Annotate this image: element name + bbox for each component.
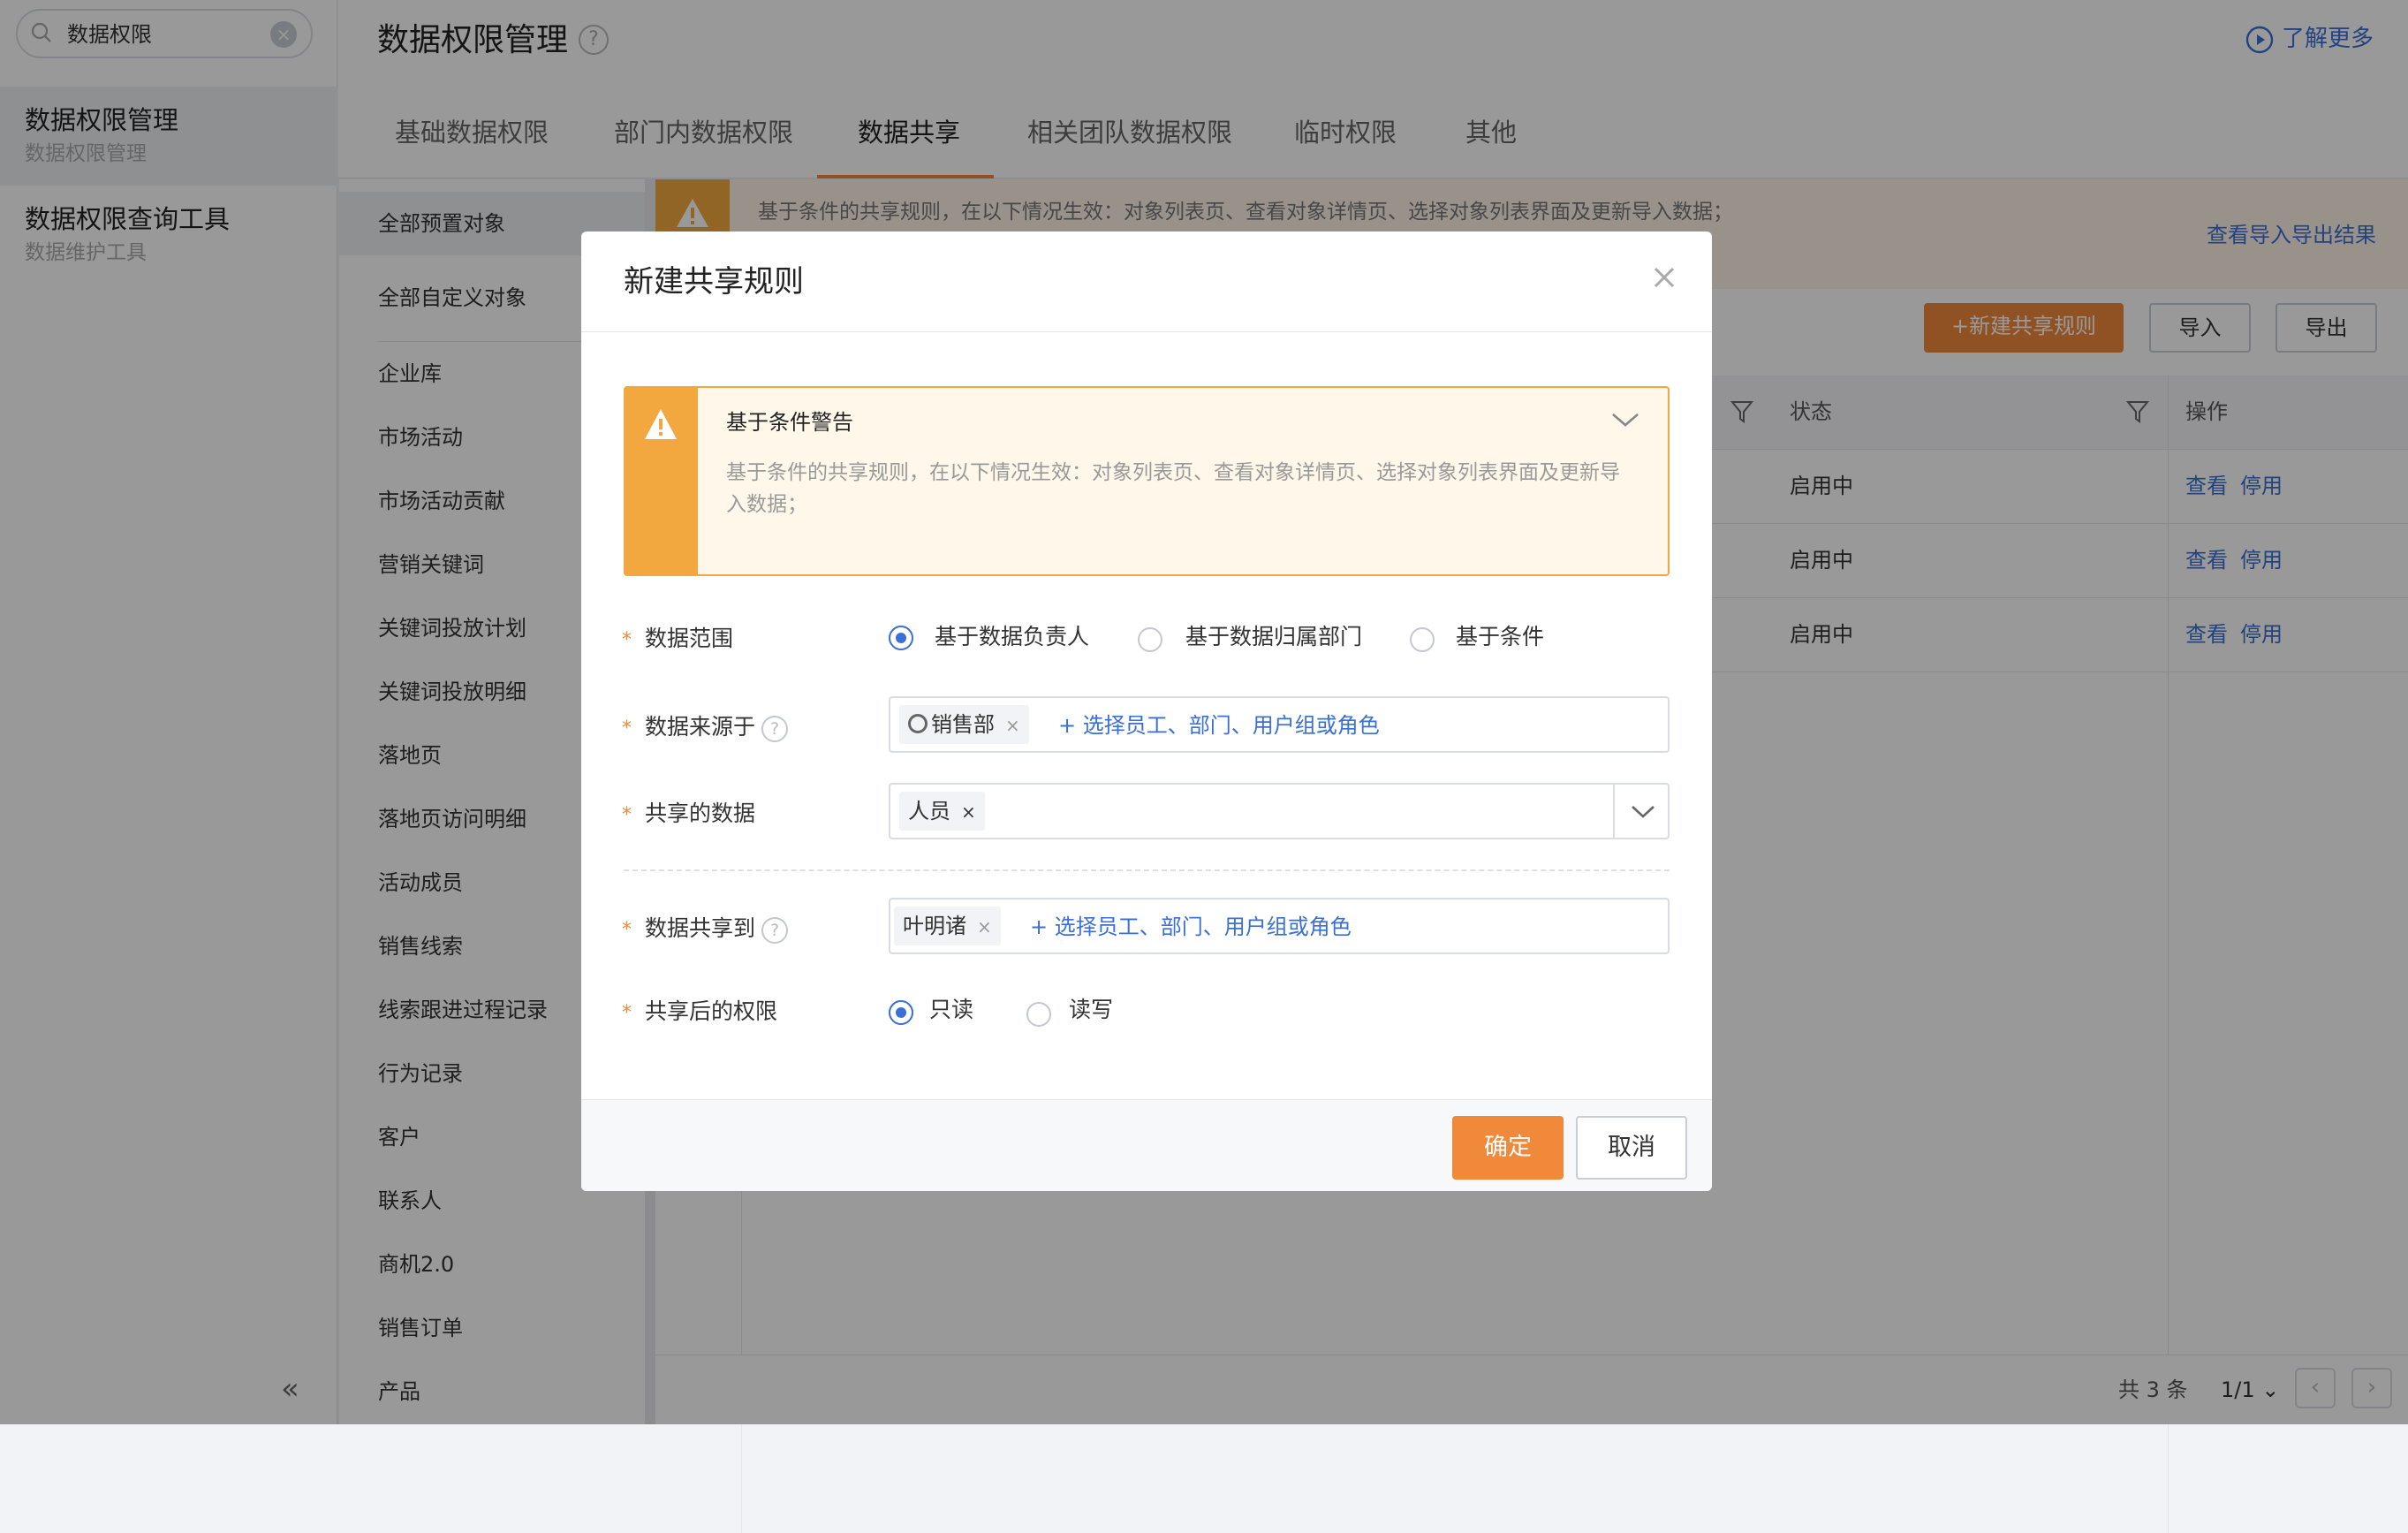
required-mark: *	[622, 629, 632, 651]
required-mark: *	[622, 1002, 632, 1024]
field-label-permission: 共享后的权限	[645, 998, 778, 1024]
field-label-share-to: 数据共享到	[645, 915, 756, 941]
select-divider	[1613, 785, 1615, 838]
help-icon[interactable]: ?	[761, 917, 788, 944]
alert-stripe	[625, 388, 698, 574]
radio-permission-readwrite[interactable]	[1026, 1002, 1051, 1027]
condition-warning-alert: 基于条件警告 基于条件的共享规则，在以下情况生效：对象列表页、查看对象详情页、选…	[624, 386, 1670, 576]
share-to-selector[interactable]: 叶明诸 × + 选择员工、部门、用户组或角色	[889, 898, 1670, 954]
cancel-button[interactable]: 取消	[1576, 1116, 1687, 1180]
shared-data-tag-label: 人员	[908, 799, 950, 823]
chevron-down-icon[interactable]	[1629, 802, 1657, 822]
shared-data-select[interactable]: 人员 ×	[889, 783, 1670, 839]
radio-label-scope-owner[interactable]: 基于数据负责人	[935, 622, 1089, 652]
modal-header: 新建共享规则	[581, 231, 1712, 332]
tag-remove-icon[interactable]: ×	[1005, 715, 1020, 736]
source-add-link[interactable]: + 选择员工、部门、用户组或角色	[1058, 710, 1380, 740]
modal-footer: 确定 取消	[581, 1099, 1712, 1191]
radio-label-permission-readonly[interactable]: 只读	[929, 995, 973, 1025]
warning-icon	[645, 409, 677, 439]
source-tag: 销售部 ×	[899, 705, 1029, 744]
help-icon[interactable]: ?	[761, 716, 788, 742]
required-mark: *	[622, 919, 632, 941]
share-to-tag: 叶明诸 ×	[894, 907, 1001, 945]
radio-scope-condition[interactable]	[1410, 627, 1435, 652]
share-to-tag-label: 叶明诸	[903, 914, 966, 938]
alert-body: 基于条件的共享规则，在以下情况生效：对象列表页、查看对象详情页、选择对象列表界面…	[726, 461, 1620, 516]
source-selector[interactable]: 销售部 × + 选择员工、部门、用户组或角色	[889, 696, 1670, 753]
tag-remove-icon[interactable]: ×	[961, 801, 976, 823]
close-icon[interactable]	[1647, 260, 1682, 295]
confirm-button[interactable]: 确定	[1452, 1116, 1564, 1180]
radio-label-scope-condition[interactable]: 基于条件	[1456, 622, 1544, 652]
radio-label-permission-readwrite[interactable]: 读写	[1069, 995, 1113, 1025]
chevron-down-icon[interactable]	[1609, 409, 1641, 430]
tag-remove-icon[interactable]: ×	[977, 916, 992, 937]
source-tag-label: 销售部	[931, 712, 995, 737]
modal-title: 新建共享规则	[624, 264, 804, 300]
field-label-shared-data: 共享的数据	[645, 801, 756, 826]
field-label-scope: 数据范围	[645, 626, 734, 651]
shared-data-tag: 人员 ×	[899, 792, 985, 831]
field-label-source: 数据来源于	[645, 714, 756, 740]
alert-title: 基于条件警告	[726, 410, 853, 435]
radio-label-scope-department[interactable]: 基于数据归属部门	[1185, 622, 1362, 652]
share-to-add-link[interactable]: + 选择员工、部门、用户组或角色	[1030, 912, 1352, 942]
required-mark: *	[622, 717, 632, 740]
new-share-rule-modal: 新建共享规则 基于条件警告 基于条件的共享规则，在以下情况生效：对象列表页、查看…	[581, 231, 1712, 1191]
radio-scope-owner[interactable]	[889, 626, 913, 650]
dashed-divider	[624, 869, 1670, 871]
department-icon	[908, 714, 928, 733]
radio-permission-readonly[interactable]	[889, 1000, 913, 1025]
required-mark: *	[622, 804, 632, 826]
radio-scope-department[interactable]	[1138, 627, 1162, 652]
